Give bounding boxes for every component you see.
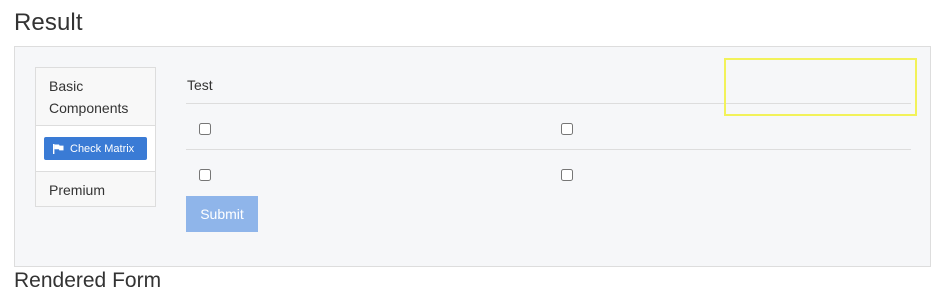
flag-icon: [53, 143, 64, 154]
sidebar-group-premium[interactable]: Premium: [36, 171, 155, 207]
matrix-checkbox-r2-c2[interactable]: [561, 169, 573, 181]
matrix-checkbox-r1-c1[interactable]: [199, 123, 211, 135]
result-panel: Basic Components Check Matrix Premium Te…: [14, 46, 931, 267]
row-divider: [186, 149, 911, 150]
sidebar-group-label: Basic Components: [49, 78, 129, 116]
sidebar-group-body: Check Matrix: [36, 126, 155, 171]
sidebar-group-label: Premium: [49, 182, 106, 198]
check-matrix-label: Check Matrix: [70, 142, 135, 155]
check-matrix-button[interactable]: Check Matrix: [44, 137, 147, 160]
result-heading: Result: [14, 9, 83, 36]
field-label: Test: [187, 77, 213, 93]
submit-button[interactable]: Submit: [186, 196, 258, 232]
rendered-form-heading: Rendered Form: [14, 269, 162, 292]
matrix-checkbox-r2-c1[interactable]: [199, 169, 211, 181]
row-divider: [186, 103, 911, 104]
component-sidebar: Basic Components Check Matrix Premium: [35, 67, 156, 207]
matrix-checkbox-r1-c2[interactable]: [561, 123, 573, 135]
sidebar-group-basic-components[interactable]: Basic Components: [36, 68, 155, 126]
